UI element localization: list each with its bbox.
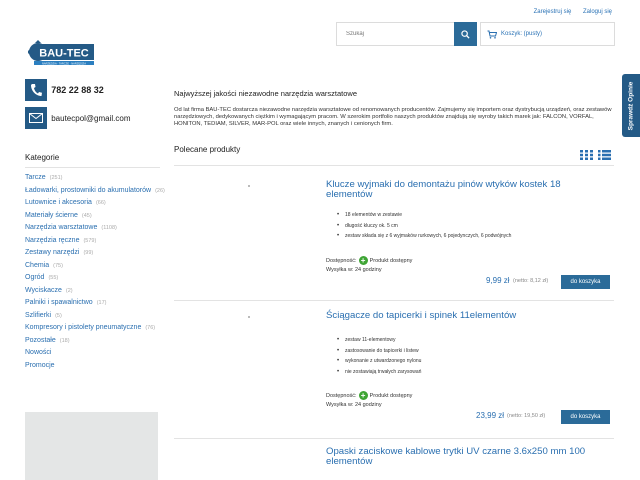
search-button[interactable] <box>454 22 477 46</box>
shipping-time: Wysyłka w: 24 godziny <box>326 267 382 273</box>
category-item[interactable]: Narzędzia ręczne (579) <box>25 235 165 248</box>
cart-button[interactable]: Koszyk: (pusty) <box>480 22 615 46</box>
logo-text: BAU-TEC <box>39 48 89 60</box>
feature-item: zestaw 11-elementowy <box>337 335 421 346</box>
category-item[interactable]: Materiały ścierne (45) <box>25 210 165 223</box>
register-link[interactable]: Zarejestruj się <box>534 9 572 15</box>
logo-image: BAU-TEC NARZĘDZIA · TARCZE · NARZĘDZIA <box>27 40 94 65</box>
availability-value: Produkt dostępny <box>369 257 413 264</box>
product-image[interactable] <box>248 316 250 318</box>
product-price: 23,99 zł <box>476 411 505 420</box>
availability-label: Dostępność: <box>326 257 357 264</box>
phone-number[interactable]: 782 22 88 32 <box>51 85 104 95</box>
phone-contact: 782 22 88 32 <box>25 79 104 101</box>
reviews-side-tab-label: Sprawdź Opinie <box>627 81 635 130</box>
category-list: Tarcze (251) Ładowarki, prostowniki do ak… <box>25 172 165 372</box>
product-image[interactable] <box>248 185 250 187</box>
divider <box>174 438 614 439</box>
email-contact: bautecpol@gmail.com <box>25 107 131 129</box>
product-features: zestaw 11-elementowy zastosowanie do tap… <box>337 335 421 377</box>
product-name[interactable]: Ściągacze do tapicerki i spinek 11elemen… <box>326 311 598 321</box>
search-box <box>336 22 477 46</box>
intro-text: Od lat firma BAU-TEC dostarcza niezawodn… <box>174 107 612 128</box>
feature-item: 18 elementów w zestawie <box>337 210 511 221</box>
search-icon <box>461 29 470 39</box>
category-item[interactable]: Ogród (55) <box>25 272 165 285</box>
add-to-cart-button[interactable]: do koszyka <box>561 410 610 424</box>
login-link[interactable]: Zaloguj się <box>583 9 612 15</box>
category-item[interactable]: Pozostałe (18) <box>25 335 165 348</box>
cart-label: Koszyk: (pusty) <box>501 31 543 37</box>
view-toggle <box>580 150 611 160</box>
divider <box>174 300 614 301</box>
featured-title: Polecane produkty <box>174 145 241 154</box>
product-price-netto: (netto: 19,50 zł) <box>507 413 546 419</box>
grid-view-icon[interactable] <box>580 150 593 160</box>
availability: Dostępność: + Produkt dostępny <box>326 391 412 400</box>
availability: Dostępność: + Produkt dostępny <box>326 256 412 265</box>
feature-item: nie zostawiają trwałych zarysowań <box>337 367 421 378</box>
availability-label: Dostępność: <box>326 392 357 399</box>
category-item[interactable]: Narzędzia warsztatowe (1108) <box>25 222 165 235</box>
feature-item: zastosowanie do tapicerki i listew <box>337 346 421 357</box>
logo-tagline: NARZĘDZIA · TARCZE · NARZĘDZIA <box>42 61 86 65</box>
plus-icon: + <box>358 391 368 400</box>
page-headline: Najwyższej jakości niezawodne narzędzia … <box>174 89 357 98</box>
category-item[interactable]: Ładowarki, prostowniki do akumulatorów (2… <box>25 185 165 198</box>
category-item[interactable]: Zestawy narzędzi (99) <box>25 247 165 260</box>
reviews-side-tab[interactable]: Sprawdź Opinie <box>622 74 640 137</box>
feature-item: długość kluczy ok. 5 cm <box>337 221 511 232</box>
availability-value: Produkt dostępny <box>369 392 413 399</box>
product-name[interactable]: Opaski zaciskowe kablowe trytki UV czarn… <box>326 447 598 467</box>
product-name[interactable]: Klucze wyjmaki do demontażu pinów wtyków… <box>326 180 598 200</box>
cart-icon <box>487 30 497 39</box>
shipping-time: Wysyłka w: 24 godziny <box>326 402 382 408</box>
add-to-cart-button[interactable]: do koszyka <box>561 275 610 289</box>
logo[interactable]: BAU-TEC NARZĘDZIA · TARCZE · NARZĘDZIA <box>27 34 96 70</box>
top-links: Zarejestruj się Zaloguj się <box>524 9 612 15</box>
email-address[interactable]: bautecpol@gmail.com <box>51 114 130 123</box>
category-item[interactable]: Tarcze (251) <box>25 172 165 185</box>
category-item[interactable]: Nowości <box>25 347 165 360</box>
category-item[interactable]: Promocje <box>25 360 165 373</box>
category-item[interactable]: Wyciskacze (2) <box>25 285 165 298</box>
envelope-icon <box>25 107 47 129</box>
search-input[interactable] <box>337 23 455 45</box>
product-price-netto: (netto: 8,12 zł) <box>513 278 549 284</box>
product-price: 9,99 zł <box>486 276 510 285</box>
categories-title: Kategorie <box>25 153 60 162</box>
feature-item: zestaw składa się z 6 wyjmaków rurkowych… <box>337 231 511 242</box>
phone-icon <box>25 79 47 101</box>
category-item[interactable]: Szlifierki (5) <box>25 310 165 323</box>
divider <box>25 167 160 168</box>
category-item[interactable]: Lutownice i akcesoria (66) <box>25 197 165 210</box>
category-item[interactable]: Palniki i spawalnictwo (17) <box>25 297 165 310</box>
banner-placeholder <box>25 412 158 480</box>
category-item[interactable]: Kompresory i pistolety pneumatyczne (76) <box>25 322 165 335</box>
feature-item: wykonanie z utwardzonego nylonu <box>337 356 421 367</box>
product-features: 18 elementów w zestawie długość kluczy o… <box>337 210 511 242</box>
category-item[interactable]: Chemia (75) <box>25 260 165 273</box>
plus-icon: + <box>358 256 368 265</box>
list-view-icon[interactable] <box>598 150 611 160</box>
divider <box>174 165 614 166</box>
